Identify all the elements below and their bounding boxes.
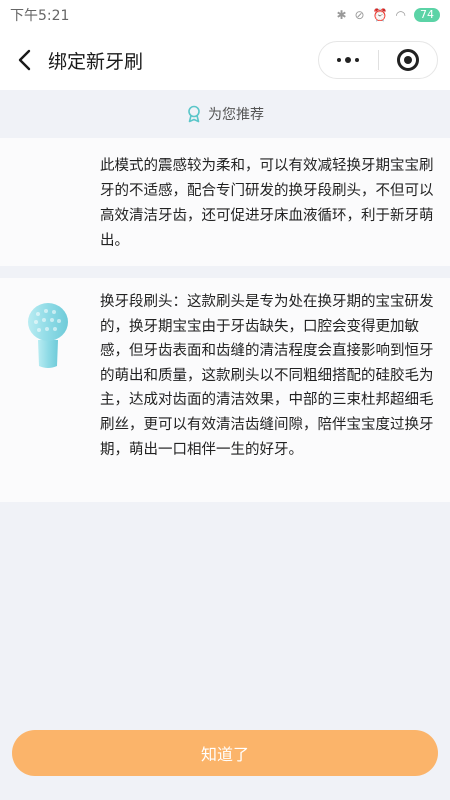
back-button[interactable] (0, 30, 48, 90)
more-menu-button[interactable] (319, 42, 378, 78)
wifi-icon: ◠ (395, 8, 406, 22)
brush-head-icon (28, 303, 68, 368)
ribbon-badge-icon (188, 105, 200, 123)
confirm-button[interactable]: 知道了 (12, 730, 438, 776)
status-icons: ✱ ⊘ ⏰ ◠ 74 (336, 8, 440, 22)
mode-description-card: 此模式的震感较为柔和，可以有效减轻换牙期宝宝刷牙的不适感，配合专门研发的换牙段刷… (0, 138, 450, 266)
status-bar: 下午5:21 ✱ ⊘ ⏰ ◠ 74 (0, 0, 450, 30)
page-title: 绑定新牙刷 (48, 50, 144, 73)
recommend-label: 为您推荐 (208, 107, 264, 123)
mute-icon: ⊘ (354, 8, 365, 22)
more-dots-icon (337, 57, 360, 63)
battery-indicator: 74 (414, 8, 440, 22)
close-miniprogram-button[interactable] (379, 42, 438, 78)
target-circle-icon (396, 49, 419, 71)
brush-head-description-text: 换牙段刷头：这款刷头是专为处在换牙期的宝宝研发的，换牙期宝宝由于牙齿缺失，口腔会… (100, 294, 434, 458)
mode-description-text: 此模式的震感较为柔和，可以有效减轻换牙期宝宝刷牙的不适感，配合专门研发的换牙段刷… (100, 158, 434, 249)
alarm-icon: ⏰ (372, 8, 388, 22)
status-time: 下午5:21 (10, 8, 70, 24)
recommend-header: 为您推荐 (0, 96, 450, 132)
navbar: 绑定新牙刷 (0, 30, 450, 90)
bluetooth-icon: ✱ (336, 8, 347, 22)
miniprogram-capsule (318, 41, 438, 79)
brush-head-card: 换牙段刷头：这款刷头是专为处在换牙期的宝宝研发的，换牙期宝宝由于牙齿缺失，口腔会… (0, 278, 450, 502)
chevron-left-icon (18, 49, 31, 71)
